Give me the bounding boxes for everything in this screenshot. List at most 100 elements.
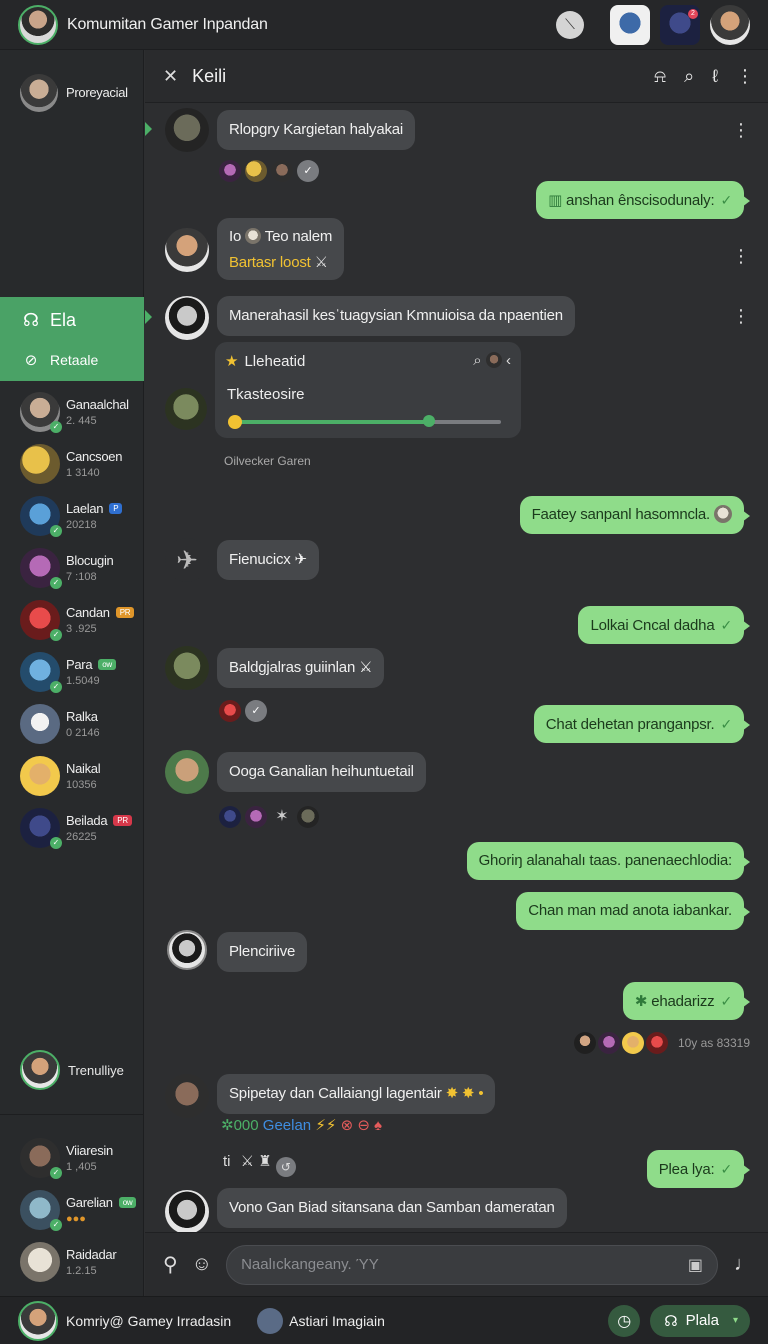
message-bubble-own[interactable]: Lolkai Cncal dadha ✓ xyxy=(578,606,750,644)
claw-icon: ⚔ xyxy=(240,1153,255,1170)
reaction[interactable] xyxy=(219,700,241,722)
sidebar-user[interactable]: Proreyacial xyxy=(0,50,143,120)
avatar: ✓ xyxy=(20,392,62,433)
avatar[interactable] xyxy=(257,1307,284,1334)
star-icon[interactable]: ✶ xyxy=(271,806,293,828)
message-bubble[interactable]: Ooga Ganalian heihuntuetail xyxy=(217,752,426,792)
close-icon[interactable]: ✕ xyxy=(163,66,178,87)
poll-caption: Oilvecker Garen xyxy=(224,454,311,468)
play-button[interactable]: ☊ Plala ▾ xyxy=(650,1304,750,1337)
star-icon: ★ xyxy=(225,353,239,370)
bottom-user-2[interactable]: Astiari Imagiain xyxy=(289,1313,385,1329)
poll-card[interactable]: ★ Lleheatid ⌕ ‹ Tkasteosire xyxy=(215,342,521,438)
reaction[interactable] xyxy=(245,806,267,828)
contact-item[interactable]: ✓ Ganaalchal 2. 445 xyxy=(0,386,144,438)
reaction[interactable] xyxy=(219,806,241,828)
message-bubble[interactable]: Io Teo nalem Bartasr loost ⚔ xyxy=(217,218,345,280)
contact-item[interactable]: ✓ Laelan P 20218 xyxy=(0,490,144,542)
top-avatar-1[interactable] xyxy=(610,4,650,45)
check-icon[interactable]: ✓ xyxy=(245,700,267,722)
message-input[interactable]: Naalıckangeany. ΎY ▣ xyxy=(226,1244,718,1285)
emoji-icon[interactable]: ☺ xyxy=(192,1253,212,1276)
unread-marker xyxy=(145,310,152,324)
chevron-left-icon[interactable]: ‹ xyxy=(506,352,511,369)
reaction[interactable] xyxy=(573,1032,596,1054)
drone-icon: ✈ xyxy=(294,551,308,568)
more-vertical-icon[interactable]: ⋮ xyxy=(732,246,750,267)
message-bubble[interactable]: Rlopgry Kargietan halyakai xyxy=(217,110,416,150)
read-check-icon: ✓ xyxy=(720,993,732,1009)
bell-icon[interactable]: ⍾ xyxy=(654,66,666,87)
microphone-icon[interactable]: ♩ xyxy=(734,1253,754,1276)
search-icon[interactable]: ⌕ xyxy=(473,352,481,369)
message-bubble-own[interactable]: Ghoriŋ alanahalı taas. panenaechlodia: xyxy=(466,842,751,880)
message-bubble[interactable]: Spipetay dan Callaiangl lagentair ✸ ✸ • xyxy=(217,1074,496,1114)
message-bubble[interactable]: Baldgjalras guiinlan ⚔ xyxy=(217,648,385,688)
reaction[interactable] xyxy=(645,1032,668,1054)
avatar[interactable] xyxy=(18,1300,58,1341)
top-avatar-2[interactable]: 2 xyxy=(660,4,700,45)
check-icon[interactable]: ✓ xyxy=(297,160,319,182)
app-logo-avatar[interactable] xyxy=(18,4,58,45)
ear-icon[interactable]: ℓ xyxy=(712,66,718,87)
message-bubble[interactable]: Manerahasil kesˈtuagysian Kmnuioisa da n… xyxy=(217,296,575,336)
avatar[interactable] xyxy=(167,930,207,970)
avatar[interactable] xyxy=(165,646,209,690)
chevron-down-icon: ▾ xyxy=(732,1315,738,1326)
more-vertical-icon[interactable]: ⋮ xyxy=(732,306,750,327)
contact-item[interactable]: ✓ Beilada PR 26225 xyxy=(0,802,144,854)
reaction[interactable] xyxy=(219,160,241,182)
search-icon[interactable]: ⌕ xyxy=(684,66,694,87)
avatar[interactable] xyxy=(165,388,207,430)
slash-icon[interactable]: ⟍ xyxy=(556,10,584,39)
more-vertical-icon[interactable]: ⋮ xyxy=(732,120,750,141)
avatar[interactable] xyxy=(165,1074,209,1118)
poll-progress-track[interactable] xyxy=(228,415,501,429)
sidebar-item-ela[interactable]: ☊ Ela xyxy=(0,297,144,343)
contact-item[interactable]: Ralka 0 2146 xyxy=(0,698,144,750)
refresh-icon[interactable]: ↺ xyxy=(275,1157,296,1177)
top-avatar-3[interactable] xyxy=(710,4,750,45)
attachment-icon[interactable]: ▣ xyxy=(688,1255,703,1275)
avatar[interactable] xyxy=(165,1190,209,1234)
contact-item[interactable]: Naikal 10356 xyxy=(0,750,144,802)
contact-name: Raidadar xyxy=(66,1247,117,1262)
message-bubble-own[interactable]: Chan man mad anota iabankar. xyxy=(516,892,750,930)
poll-progress-handle[interactable] xyxy=(422,415,435,427)
poll-start-handle[interactable] xyxy=(228,415,242,429)
message-bubble-own[interactable]: Faatey sanpanl hasomncla. xyxy=(519,496,751,534)
clock-icon[interactable]: ◷ xyxy=(608,1304,641,1337)
contact-item[interactable]: ✓ Para ow 1.5049 xyxy=(0,646,144,698)
reaction[interactable] xyxy=(297,806,319,828)
drone-icon[interactable]: ✈ xyxy=(165,538,209,582)
message-bubble[interactable]: Vono Gan Biad sitansana dan Samban damer… xyxy=(217,1188,567,1228)
contact-name: Blocugin xyxy=(66,553,114,568)
sidebar-bottom-user[interactable]: Trenulliye xyxy=(0,1050,124,1090)
message-bubble[interactable]: Plenciriive xyxy=(217,932,308,972)
contact-item[interactable]: ✓ Garelian ow ●●● xyxy=(0,1184,144,1236)
contact-item[interactable]: Raidadar 1.2.15 xyxy=(0,1236,144,1288)
contact-item[interactable]: Cancsoen 1 3140 xyxy=(0,438,144,490)
avatar[interactable] xyxy=(165,108,209,152)
reaction[interactable] xyxy=(597,1032,620,1054)
more-vertical-icon[interactable]: ⋮ xyxy=(736,66,754,87)
bottom-user-1[interactable]: Komriy@ Gamey Irradasin xyxy=(66,1313,231,1329)
sidebar-item-retaale[interactable]: ⊘ Retaale xyxy=(0,343,144,377)
message-bubble[interactable]: Fienucicx ✈ xyxy=(217,540,319,580)
avatar[interactable] xyxy=(165,228,209,272)
message-bubble-own[interactable]: Plea lya: ✓ xyxy=(646,1150,751,1188)
contact-item[interactable]: ✓ Viiaresin 1 ,405 xyxy=(0,1132,144,1184)
avatar[interactable] xyxy=(165,296,209,340)
search-icon[interactable]: ⚲ xyxy=(163,1252,178,1277)
avatar[interactable] xyxy=(165,750,209,794)
message-bubble-own[interactable]: ✱ ehadarizz ✓ xyxy=(622,982,751,1020)
message-bubble-own[interactable]: Chat dehetan pranganpsr. ✓ xyxy=(533,705,751,743)
contact-item[interactable]: ✓ Candan PR 3 .925 xyxy=(0,594,144,646)
contact-item[interactable]: ✓ Blocugin 7 :108 xyxy=(0,542,144,594)
reactions: ✶ xyxy=(219,806,319,828)
sidebar-item-label: Ela xyxy=(50,309,77,330)
reaction[interactable] xyxy=(245,160,267,182)
message-bubble-own[interactable]: ▥ anshan ênscisodunaly: ✓ xyxy=(536,181,750,219)
reaction[interactable] xyxy=(271,160,293,182)
reaction[interactable] xyxy=(621,1032,644,1054)
